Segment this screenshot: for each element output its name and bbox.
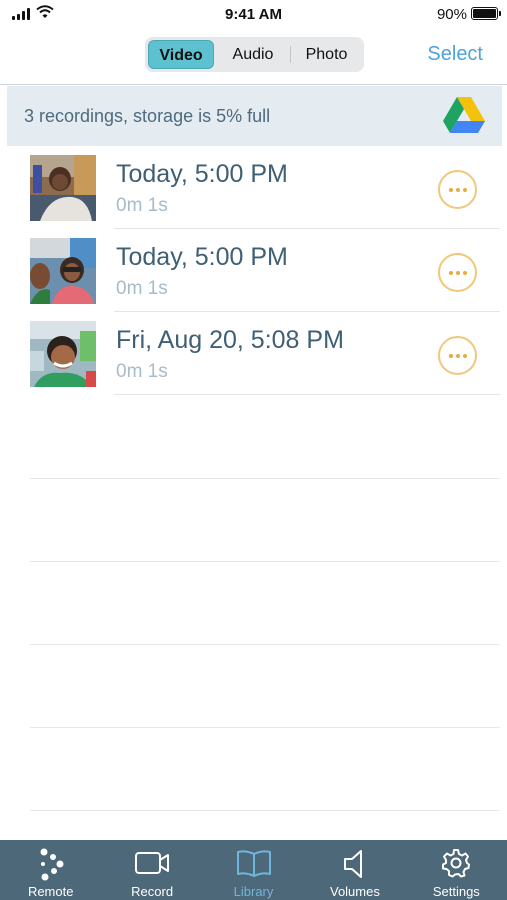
empty-row-separator (30, 644, 500, 645)
status-bar: 9:41 AM 90% (0, 0, 507, 30)
book-icon (236, 850, 271, 877)
video-camera-icon (135, 852, 170, 874)
empty-row-separator (30, 727, 500, 728)
storage-banner: 3 recordings, storage is 5% full (7, 86, 502, 146)
recording-duration: 0m 1s (116, 195, 168, 216)
tab-remote[interactable]: Remote (0, 840, 101, 900)
storage-status-text: 3 recordings, storage is 5% full (24, 106, 271, 126)
segment-video[interactable]: Video (148, 40, 214, 69)
google-drive-icon[interactable] (443, 97, 485, 134)
tab-record-label: Record (131, 884, 174, 899)
segment-audio[interactable]: Audio (218, 40, 288, 69)
recording-duration: 0m 1s (116, 361, 168, 382)
empty-row-separator (30, 478, 500, 479)
empty-row-separator (30, 561, 500, 562)
tab-bar: Remote Record Library Volumes Settings (0, 840, 507, 900)
empty-row-separator (30, 810, 500, 811)
tab-library-label: Library (233, 884, 274, 899)
more-options-button[interactable] (438, 336, 477, 375)
recording-thumbnail[interactable] (30, 238, 96, 304)
tab-settings[interactable]: Settings (406, 840, 507, 900)
tab-settings-label: Settings (432, 884, 480, 899)
recording-row[interactable]: Today, 5:00 PM 0m 1s (0, 229, 507, 312)
tab-volumes-label: Volumes (329, 884, 380, 899)
media-type-segmented-control: Video Audio Photo (145, 37, 364, 72)
ellipsis-icon (448, 270, 453, 275)
recording-title: Today, 5:00 PM (116, 160, 288, 188)
ellipsis-icon (448, 187, 453, 192)
recording-title: Today, 5:00 PM (116, 243, 288, 271)
recording-duration: 0m 1s (116, 278, 168, 299)
battery-icon (471, 7, 501, 20)
recording-thumbnail[interactable] (30, 155, 96, 221)
more-options-button[interactable] (438, 253, 477, 292)
recording-title: Fri, Aug 20, 5:08 PM (116, 326, 344, 354)
speaker-icon (343, 850, 362, 878)
tab-library[interactable]: Library (203, 840, 304, 900)
recording-row[interactable]: Today, 5:00 PM 0m 1s (0, 146, 507, 229)
select-button[interactable]: Select (427, 43, 483, 66)
segment-divider (290, 46, 291, 63)
recording-row[interactable]: Fri, Aug 20, 5:08 PM 0m 1s (0, 312, 507, 395)
recordings-list: Today, 5:00 PM 0m 1s Today, 5:00 PM 0m 1… (0, 146, 507, 395)
more-options-button[interactable] (438, 170, 477, 209)
status-time: 9:41 AM (225, 6, 282, 23)
gear-icon (442, 849, 471, 878)
battery-percent: 90% (436, 6, 467, 23)
ellipsis-icon (448, 353, 453, 358)
tab-volumes[interactable]: Volumes (304, 840, 405, 900)
recording-thumbnail[interactable] (30, 321, 96, 387)
tab-record[interactable]: Record (101, 840, 202, 900)
segment-photo[interactable]: Photo (292, 40, 361, 69)
remote-icon (40, 848, 64, 881)
top-nav: Video Audio Photo Select (0, 30, 507, 85)
tab-remote-label: Remote (27, 884, 74, 899)
